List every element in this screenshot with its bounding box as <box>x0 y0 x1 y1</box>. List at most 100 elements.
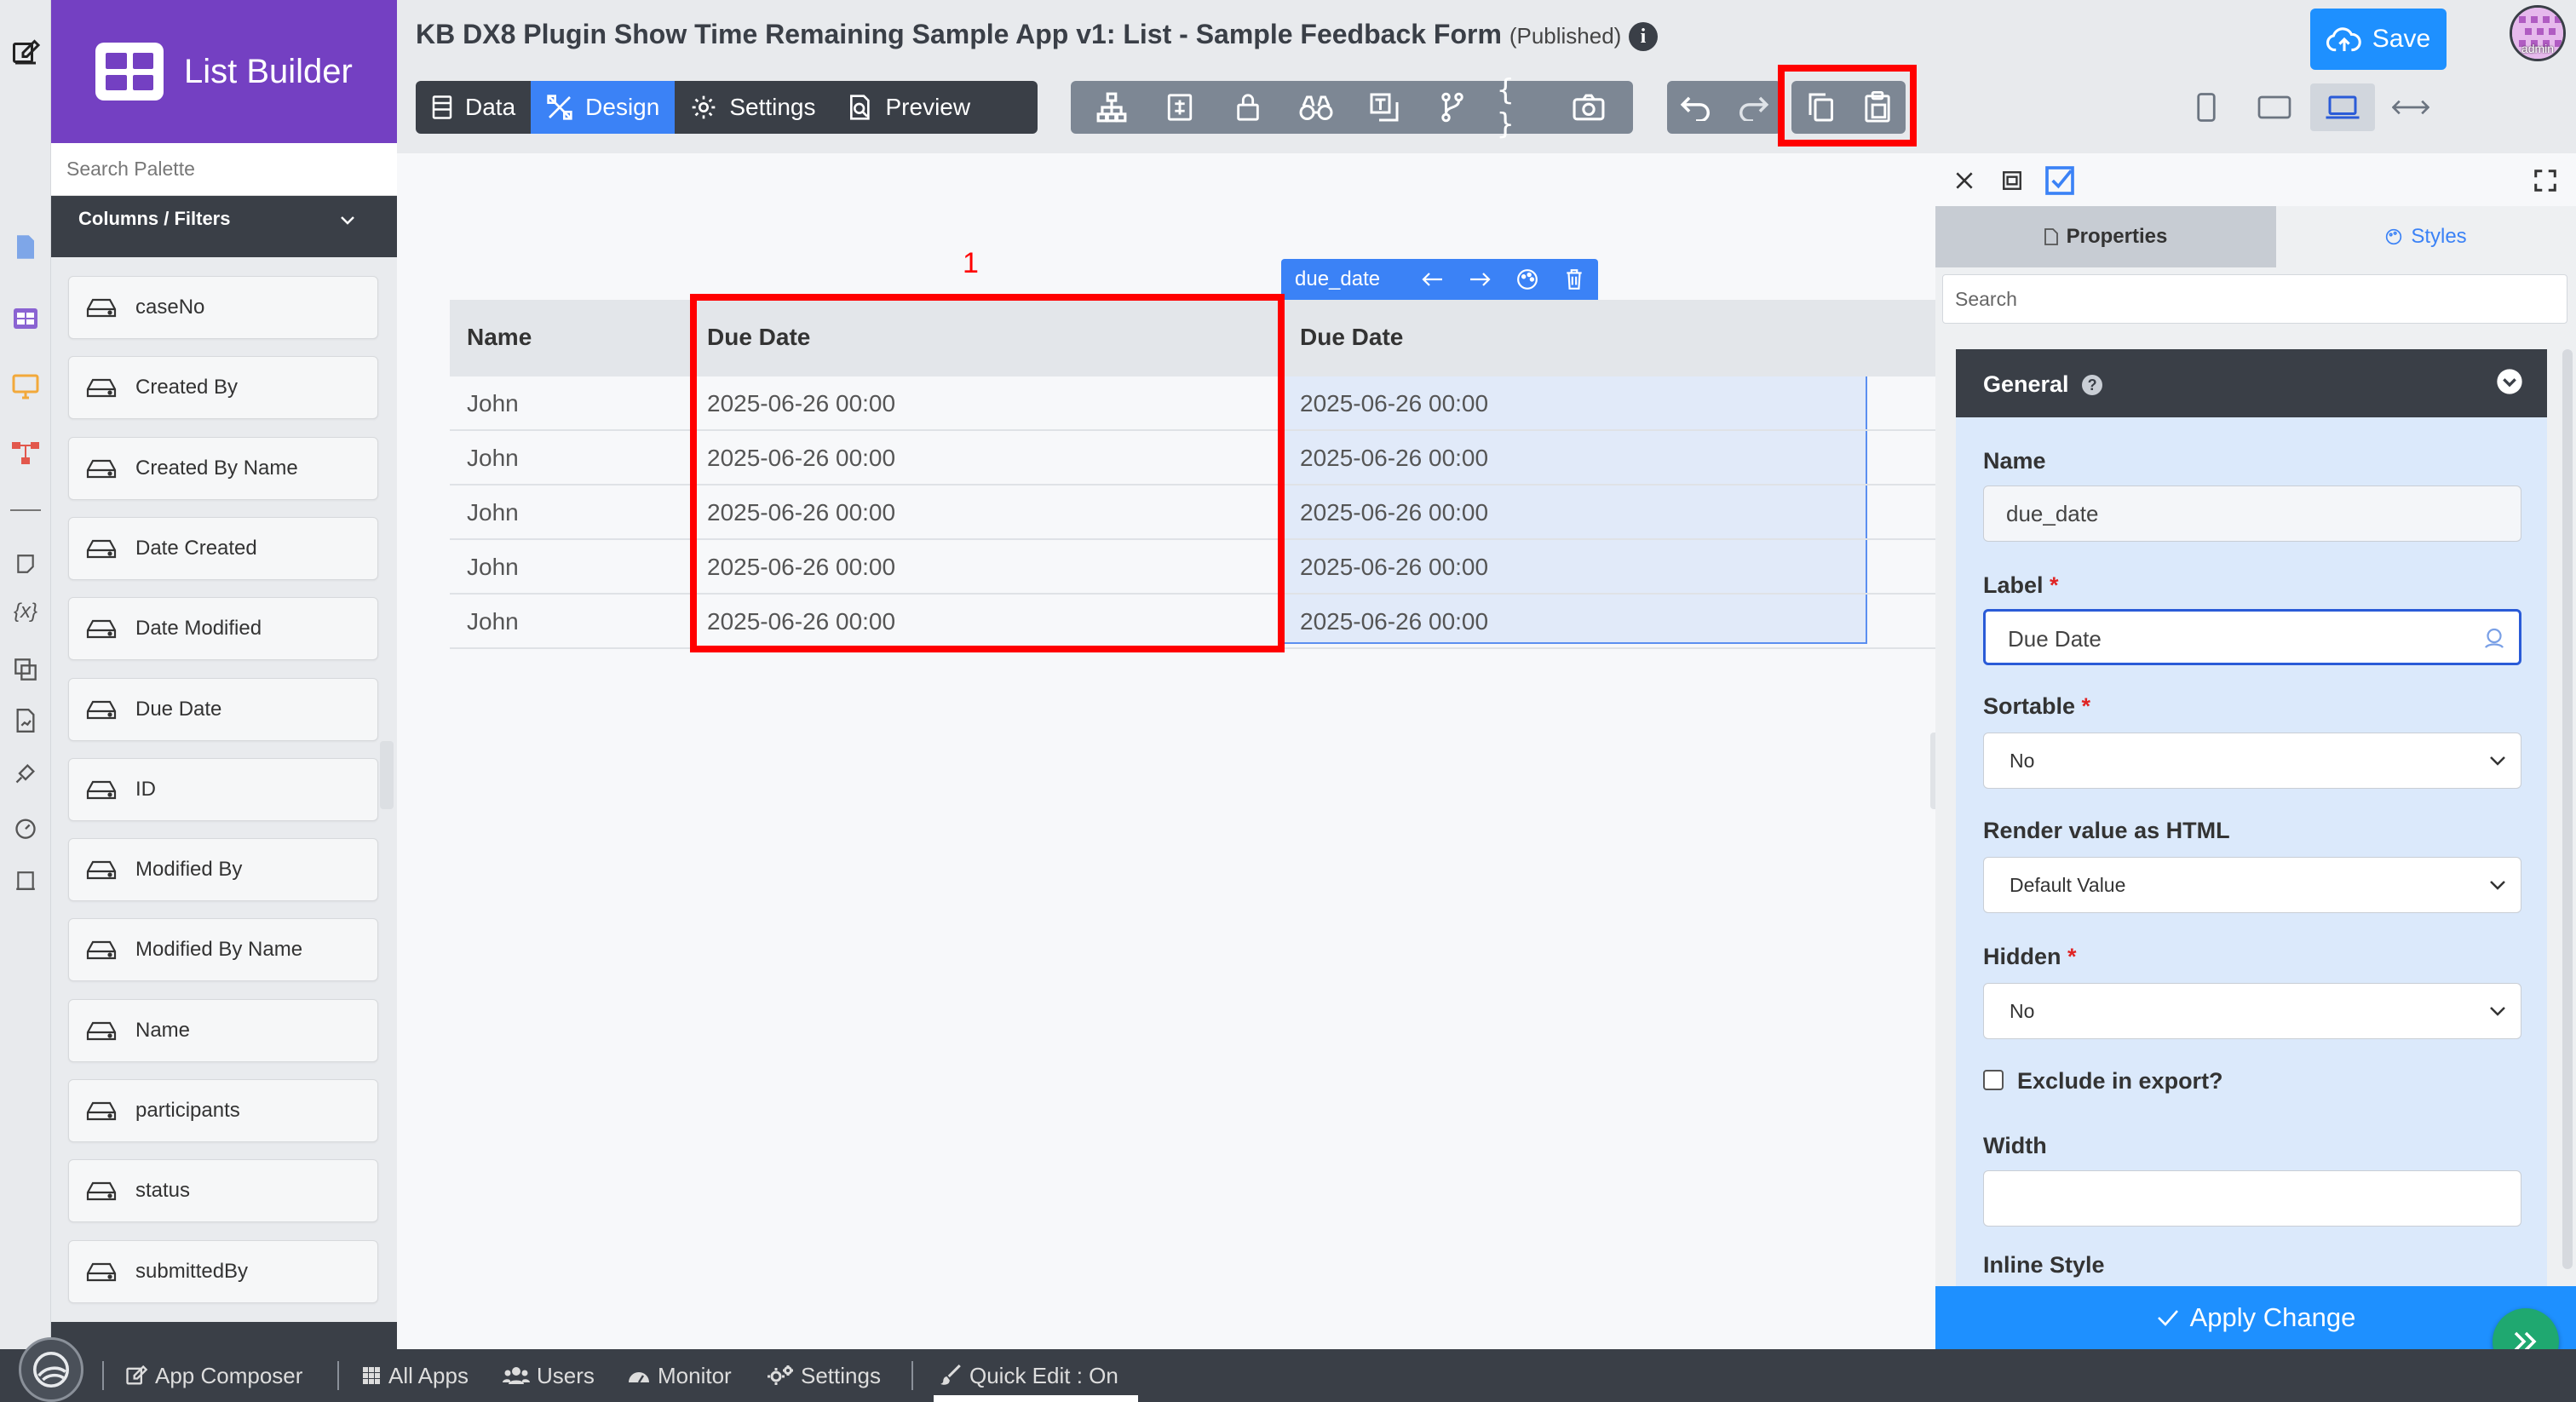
sortable-select[interactable]: No <box>1983 733 2521 789</box>
move-right-icon[interactable] <box>1457 271 1504 288</box>
save-button[interactable]: Save <box>2310 9 2447 70</box>
properties-search-input[interactable] <box>1942 274 2567 324</box>
undo-icon[interactable] <box>1667 81 1724 134</box>
properties-scrollbar[interactable] <box>2562 349 2573 1269</box>
edit-icon[interactable] <box>10 37 41 68</box>
palette-item[interactable]: participants <box>68 1079 378 1142</box>
bottom-all-apps[interactable]: All Apps <box>361 1349 469 1402</box>
translate-icon[interactable] <box>1360 87 1408 128</box>
monitor-icon[interactable] <box>10 371 41 402</box>
translate-small-icon[interactable] <box>10 654 41 685</box>
palette-item[interactable]: caseNo <box>68 276 378 339</box>
bottom-monitor[interactable]: Monitor <box>627 1349 732 1402</box>
plugin-icon[interactable] <box>10 758 41 789</box>
palette-item[interactable]: Modified By <box>68 838 378 902</box>
palette-item[interactable]: Date Modified <box>68 597 378 661</box>
branch-icon[interactable] <box>1429 87 1476 128</box>
camera-icon[interactable] <box>1565 87 1613 128</box>
binoculars-icon[interactable] <box>1292 87 1340 128</box>
column-header[interactable]: Name <box>450 300 690 376</box>
checkbox-checked-icon[interactable] <box>2041 162 2079 199</box>
joget-logo-icon[interactable] <box>19 1337 83 1402</box>
document-icon[interactable] <box>10 232 41 262</box>
drive-icon <box>86 618 117 639</box>
palette-item[interactable]: submittedBy <box>68 1239 378 1303</box>
users-icon <box>503 1367 530 1384</box>
bottom-quick-edit[interactable]: Quick Edit : On <box>940 1349 1118 1402</box>
name-field[interactable]: due_date <box>1983 486 2521 542</box>
label-field[interactable]: Due Date <box>1983 609 2521 665</box>
full-width-view-icon[interactable] <box>2378 83 2443 131</box>
gauge-icon[interactable] <box>10 813 41 843</box>
palette-item[interactable]: Name <box>68 998 378 1062</box>
bottom-quick-edit-label: Quick Edit : On <box>969 1362 1118 1388</box>
drive-icon <box>86 377 117 398</box>
avatar[interactable]: admin <box>2510 5 2566 61</box>
palette-item[interactable]: ID <box>68 757 378 821</box>
palette-item-label: Date Modified <box>135 617 262 641</box>
close-icon[interactable] <box>1946 162 1983 199</box>
tab-settings[interactable]: Settings <box>675 81 831 134</box>
column-header[interactable]: Due Date <box>1283 300 1935 376</box>
move-left-icon[interactable] <box>1409 271 1456 288</box>
tab-styles[interactable]: Styles <box>2276 206 2576 267</box>
bottom-users[interactable]: Users <box>503 1349 595 1402</box>
bottom-all-apps-label: All Apps <box>388 1362 469 1388</box>
style-palette-icon[interactable] <box>1504 268 1550 290</box>
table-cell: 2025-06-26 00:00 <box>1300 445 1489 471</box>
lock-icon[interactable] <box>1224 87 1272 128</box>
sortable-field-label-text: Sortable <box>1983 693 2076 719</box>
element-outline-icon[interactable] <box>1993 162 2031 199</box>
hidden-select[interactable]: No <box>1983 983 2521 1039</box>
tab-preview[interactable]: Preview <box>831 81 986 134</box>
palette-item-label: Created By Name <box>135 456 298 480</box>
tab-design[interactable]: Design <box>531 81 676 134</box>
binder-icon[interactable] <box>1156 87 1204 128</box>
palette-resize-handle[interactable] <box>380 741 394 809</box>
tree-icon[interactable] <box>1088 87 1136 128</box>
laptop-view-icon[interactable] <box>2310 83 2375 131</box>
paintbrush-icon <box>940 1365 961 1385</box>
palette-item[interactable]: Modified By Name <box>68 918 378 982</box>
palette-item[interactable]: Date Created <box>68 516 378 580</box>
bottom-settings[interactable]: Settings <box>767 1349 881 1402</box>
bottom-users-label: Users <box>537 1362 595 1388</box>
delete-icon[interactable] <box>1551 268 1598 290</box>
render-html-select[interactable]: Default Value <box>1983 857 2521 913</box>
process-flow-icon[interactable] <box>10 438 41 468</box>
palette-item[interactable]: Due Date <box>68 677 378 741</box>
translate-field-icon[interactable] <box>2481 625 2507 651</box>
table-cell: 2025-06-26 00:00 <box>1300 608 1489 635</box>
width-field[interactable] <box>1983 1170 2521 1227</box>
deploy-icon[interactable] <box>10 865 41 896</box>
palette-category-header[interactable]: Columns / Filters <box>51 196 397 257</box>
tablet-view-icon[interactable] <box>2242 83 2307 131</box>
help-icon[interactable]: ? <box>2082 375 2103 395</box>
general-section-header[interactable]: General ? <box>1956 349 2547 417</box>
bottom-app-composer[interactable]: App Composer <box>124 1349 302 1402</box>
list-icon <box>432 95 452 119</box>
list-grid-icon[interactable] <box>10 303 41 334</box>
report-icon[interactable] <box>10 705 41 736</box>
table-cell: 2025-06-26 00:00 <box>1300 499 1489 526</box>
palette-item[interactable]: Created By <box>68 356 378 420</box>
braces-icon[interactable]: { } <box>1497 73 1544 141</box>
apply-change-label: Apply Change <box>2189 1302 2356 1332</box>
tab-properties[interactable]: Properties <box>1935 206 2276 267</box>
palette-item[interactable]: status <box>68 1159 378 1223</box>
fullscreen-icon[interactable] <box>2527 162 2564 199</box>
annotation-box-column <box>690 294 1285 652</box>
collapse-chevron-icon[interactable] <box>2496 368 2523 395</box>
palette-search-input[interactable] <box>51 143 397 196</box>
apply-change-button[interactable]: Apply Change <box>1935 1286 2576 1349</box>
tab-styles-label: Styles <box>2411 225 2467 248</box>
variable-icon[interactable]: {x} <box>10 596 41 627</box>
palette-item[interactable]: Created By Name <box>68 436 378 500</box>
info-icon[interactable]: i <box>1629 22 1658 51</box>
redo-icon[interactable] <box>1724 81 1781 134</box>
phone-view-icon[interactable] <box>2174 83 2239 131</box>
note-icon[interactable] <box>10 549 41 579</box>
exclude-export-checkbox[interactable] <box>1983 1070 2004 1090</box>
table-cell: John <box>467 390 519 417</box>
tab-data[interactable]: Data <box>416 81 531 134</box>
